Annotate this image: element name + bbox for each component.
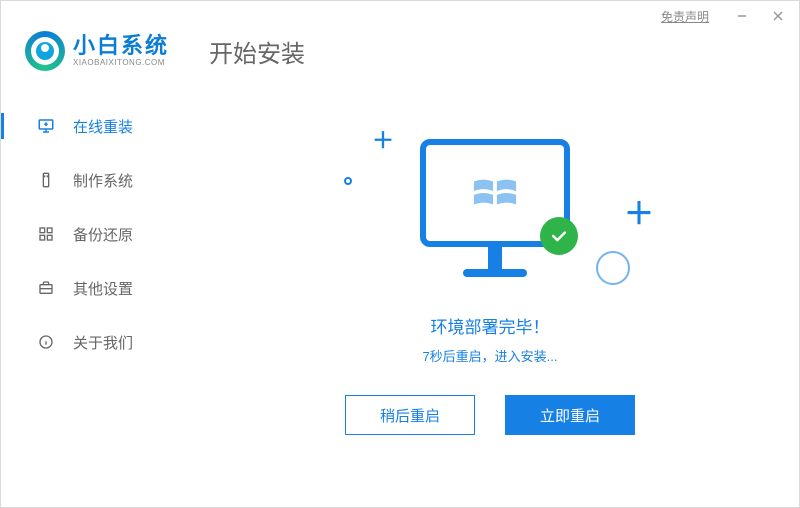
sidebar: 在线重装 制作系统 备份还原 其他设置 — [1, 79, 181, 507]
logo: 小白系统 XIAOBAIXITONG.COM — [25, 31, 169, 71]
status-countdown: 7秒后重启，进入安装... — [422, 346, 557, 365]
status-title: 环境部署完毕！ — [431, 313, 550, 338]
close-button[interactable] — [765, 6, 791, 26]
sidebar-item-label: 关于我们 — [73, 332, 133, 353]
sidebar-item-label: 制作系统 — [73, 170, 133, 191]
sidebar-item-about[interactable]: 关于我们 — [1, 315, 181, 369]
titlebar: 免责声明 — [1, 1, 799, 31]
minimize-button[interactable] — [729, 6, 755, 26]
checkmark-icon — [540, 217, 578, 255]
restart-later-button[interactable]: 稍后重启 — [345, 395, 475, 435]
disclaimer-link[interactable]: 免责声明 — [661, 8, 709, 25]
monitor-icon — [420, 139, 570, 277]
circle-icon — [596, 251, 630, 285]
header: 小白系统 XIAOBAIXITONG.COM 开始安装 — [1, 31, 799, 79]
brand-url: XIAOBAIXITONG.COM — [73, 59, 169, 67]
brand-name: 小白系统 — [73, 35, 169, 57]
briefcase-icon — [37, 279, 55, 297]
sidebar-item-make-system[interactable]: 制作系统 — [1, 153, 181, 207]
restart-now-button[interactable]: 立即重启 — [505, 395, 635, 435]
plus-icon: ＋ — [624, 189, 654, 233]
circle-icon — [344, 177, 352, 185]
illustration: ＋ ＋ — [320, 109, 660, 309]
action-buttons: 稍后重启 立即重启 — [345, 395, 635, 435]
grid-icon — [37, 225, 55, 243]
app-window: 免责声明 小白系统 XIAOBAIXITONG.COM 开始安装 在线重 — [0, 0, 800, 508]
main-content: ＋ ＋ 环境部署完毕！ — [181, 79, 799, 507]
windows-icon — [472, 173, 518, 213]
usb-icon — [37, 171, 55, 189]
sidebar-item-label: 其他设置 — [73, 278, 133, 299]
sidebar-item-label: 备份还原 — [73, 224, 133, 245]
monitor-download-icon — [37, 117, 55, 135]
sidebar-item-settings[interactable]: 其他设置 — [1, 261, 181, 315]
plus-icon: ＋ — [372, 123, 394, 155]
sidebar-item-reinstall[interactable]: 在线重装 — [1, 99, 181, 153]
sidebar-item-backup[interactable]: 备份还原 — [1, 207, 181, 261]
info-icon — [37, 333, 55, 351]
logo-icon — [25, 31, 65, 71]
sidebar-item-label: 在线重装 — [73, 116, 133, 137]
page-title: 开始安装 — [209, 34, 305, 69]
